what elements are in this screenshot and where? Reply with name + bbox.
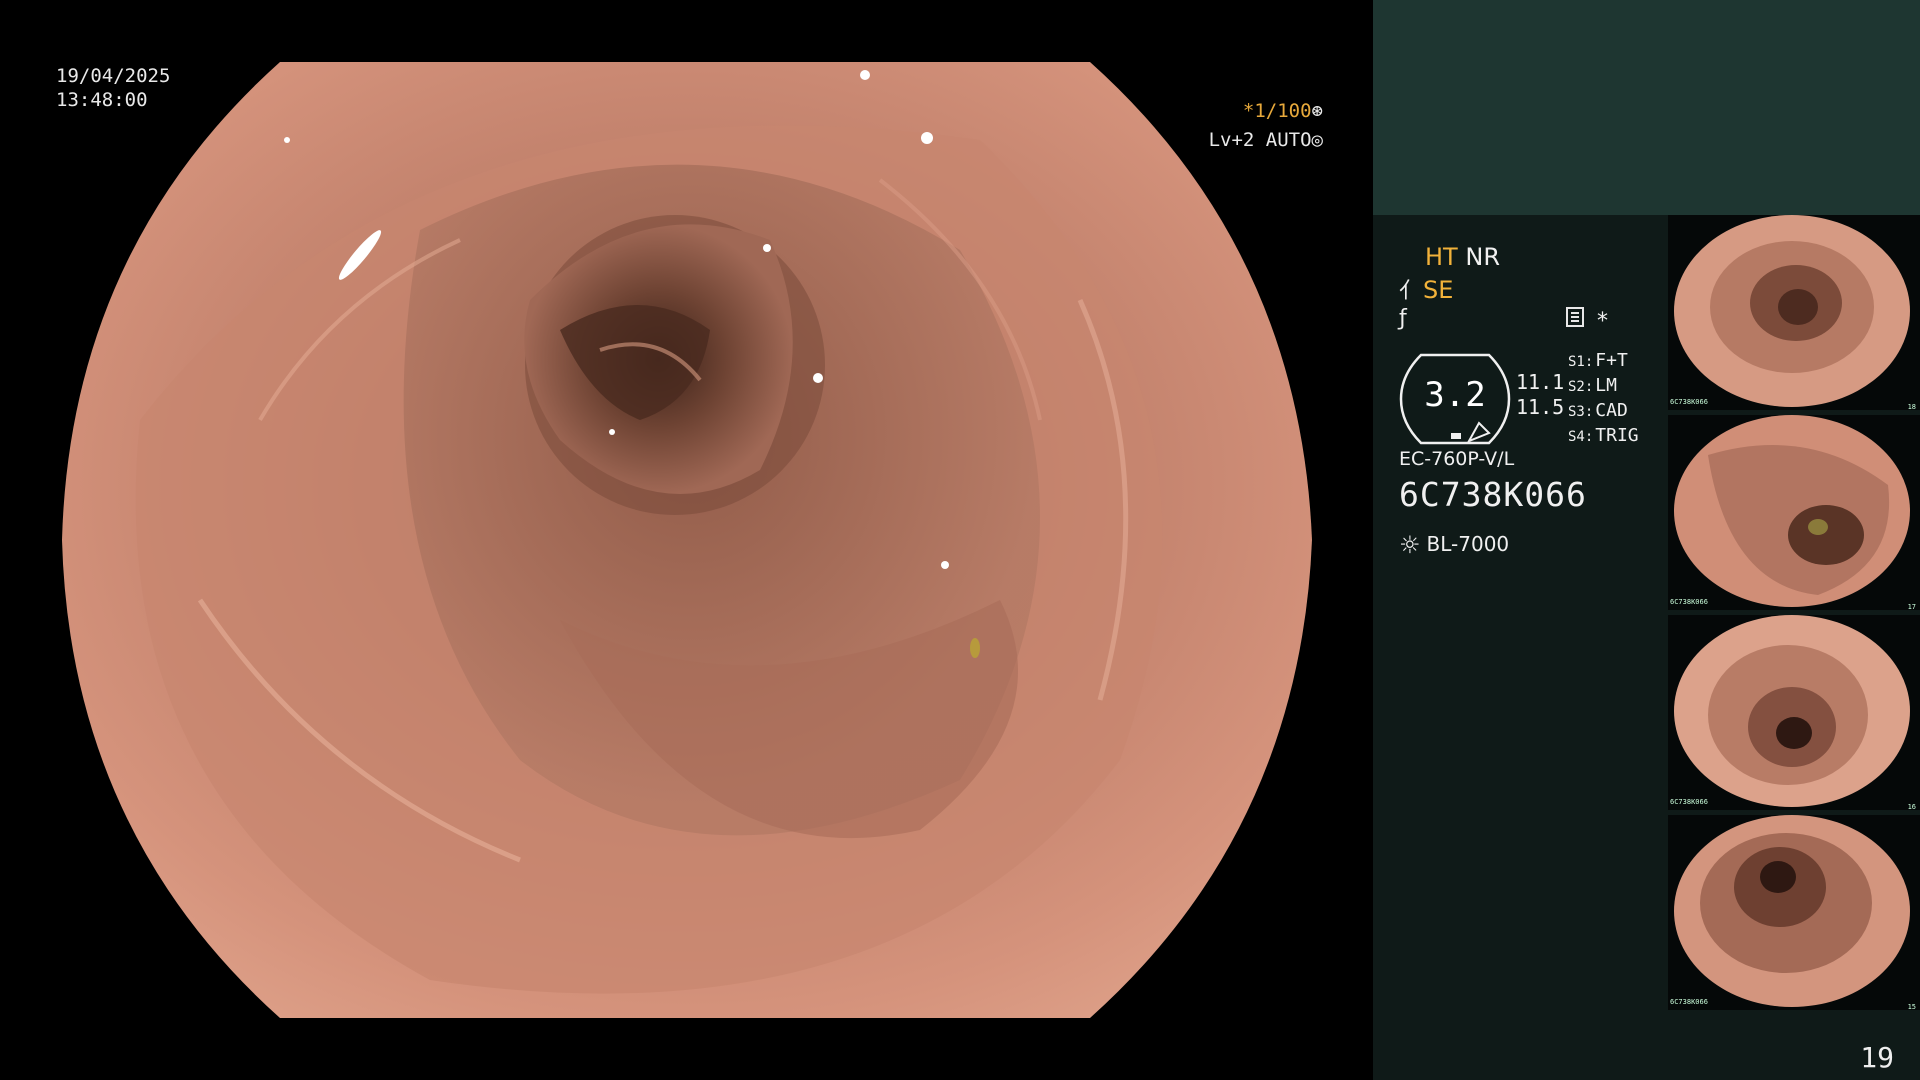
iris-icon: ◎ xyxy=(1311,129,1323,151)
thumbnail-image[interactable]: 6C738K066 18 xyxy=(1668,215,1920,411)
switch-s4: S4: TRIG xyxy=(1568,425,1639,446)
thumbnail-number: 15 xyxy=(1907,1003,1916,1011)
magnification-gauge: 3.2 xyxy=(1399,353,1511,445)
page-number: 19 xyxy=(1860,1041,1894,1074)
star-mark: * xyxy=(1597,309,1608,334)
light-source-model: BL-7000 xyxy=(1426,532,1510,556)
endoscopic-image xyxy=(62,62,1312,1018)
thumbnail-serial: 6C738K066 xyxy=(1670,798,1708,806)
thumbnail-serial: 6C738K066 xyxy=(1670,598,1708,606)
thumbnail-picture xyxy=(1674,215,1910,407)
processor-settings: HT NR ⺅SE ƒ * 3.2 11.1 11.5 S1: F+T S2: … xyxy=(1373,215,1668,1080)
mode-se: SE xyxy=(1423,276,1454,304)
structure-mode-row: ƒ xyxy=(1399,303,1409,331)
patient-info-box xyxy=(1373,0,1920,215)
thumbnail-image[interactable]: 6C738K066 16 xyxy=(1668,615,1920,811)
datetime-readout: 19/04/2025 13:48:00 xyxy=(56,64,170,112)
endoscope-live-view: 19/04/2025 13:48:00 *1/100⊛ Lv+2 AUTO◎ xyxy=(0,0,1373,1080)
light-source-icon: ☼ xyxy=(1399,531,1421,559)
status-panel: HT NR ⺅SE ƒ * 3.2 11.1 11.5 S1: F+T S2: … xyxy=(1373,0,1920,1080)
settings-icon xyxy=(1566,307,1584,327)
date-text: 19/04/2025 xyxy=(56,65,171,87)
captured-images-strip: 6C738K066 18 6C738K066 17 6C738K066 16 6… xyxy=(1668,215,1920,1015)
thumbnail-image[interactable]: 6C738K066 17 xyxy=(1668,415,1920,611)
thumbnail-number: 17 xyxy=(1907,603,1916,611)
thumbnail-picture xyxy=(1674,415,1910,607)
thumbnail-number: 16 xyxy=(1907,803,1916,811)
gauge-value-a: 11.1 xyxy=(1516,370,1565,394)
time-text: 13:48:00 xyxy=(56,89,148,111)
shutter-readout: *1/100⊛ xyxy=(1243,99,1323,123)
scope-serial: 6C738K066 xyxy=(1399,475,1587,514)
switch-s1: S1: F+T xyxy=(1568,350,1628,371)
thumbnail-picture xyxy=(1674,815,1910,1007)
enhance-icon: ⺅ xyxy=(1399,279,1422,304)
brightness-level-readout: Lv+2 AUTO◎ xyxy=(1209,128,1323,152)
enhance-mode-row: ⺅SE xyxy=(1399,273,1453,305)
switch-s2: S2: LM xyxy=(1568,375,1617,396)
mode-ht: HT xyxy=(1425,243,1458,271)
switch-s3: S3: CAD xyxy=(1568,400,1628,421)
shutter-speed: *1/100 xyxy=(1242,100,1312,122)
scope-model: EC-760P-V/L xyxy=(1399,448,1515,470)
thumbnail-image[interactable]: 6C738K066 15 xyxy=(1668,815,1920,1011)
thumbnail-number: 18 xyxy=(1907,403,1916,411)
thumbnail-picture xyxy=(1674,615,1910,807)
mode-nr: NR xyxy=(1465,243,1500,271)
structure-icon: ƒ xyxy=(1399,306,1407,331)
image-mode-row: HT NR xyxy=(1425,243,1500,271)
brightness-level: Lv+2 AUTO xyxy=(1208,129,1312,151)
gauge-value-b: 11.5 xyxy=(1516,395,1565,419)
thumbnail-serial: 6C738K066 xyxy=(1670,398,1708,406)
light-source-row: ☼ BL-7000 xyxy=(1399,531,1509,559)
gauge-value: 3.2 xyxy=(1424,375,1486,415)
endoscopy-screen: 19/04/2025 13:48:00 *1/100⊛ Lv+2 AUTO◎ H… xyxy=(0,0,1920,1080)
thumbnail-serial: 6C738K066 xyxy=(1670,998,1708,1006)
shutter-icon: ⊛ xyxy=(1311,100,1323,122)
